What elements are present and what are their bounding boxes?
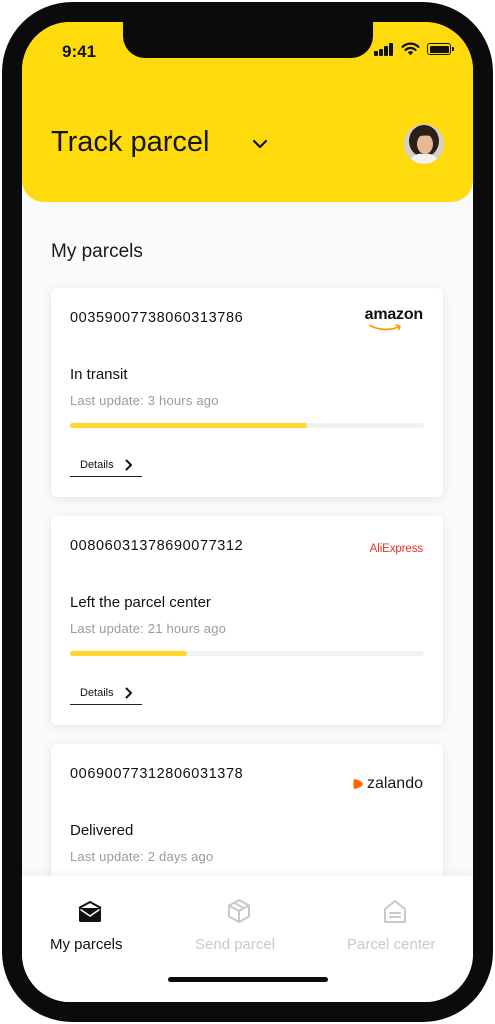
chevron-down-icon[interactable]: [248, 134, 272, 154]
status-icons: [374, 42, 454, 58]
tab-label: My parcels: [50, 936, 123, 953]
app-screen: 9:41 Track parcel My parcels 00359007738…: [22, 22, 473, 1002]
progress-fill: [70, 423, 308, 428]
details-label: Details: [80, 459, 114, 471]
last-update: Last update: 21 hours ago: [70, 621, 227, 636]
package-icon: [228, 899, 250, 923]
chevron-right-icon: [125, 459, 132, 471]
progress-fill: [70, 651, 187, 656]
parcel-status: Delivered: [70, 822, 134, 839]
details-link[interactable]: Details: [70, 685, 142, 705]
cellular-signal-icon: [374, 42, 394, 56]
last-update: Last update: 3 hours ago: [70, 393, 219, 408]
header: 9:41 Track parcel: [22, 22, 473, 202]
wifi-icon: [401, 42, 420, 56]
tab-my-parcels[interactable]: My parcels: [50, 876, 134, 976]
device-notch: [123, 22, 373, 58]
aliexpress-logo: AliExpress: [369, 543, 423, 555]
home-indicator: [168, 977, 328, 982]
merchant-name: zalando: [366, 775, 423, 792]
battery-icon: [427, 43, 454, 55]
parcel-card[interactable]: 00806031378690077312 AliExpress Left the…: [51, 516, 443, 725]
progress-bar: [70, 651, 424, 656]
tab-label: Send parcel: [195, 936, 276, 953]
section-title: My parcels: [51, 241, 143, 262]
tracking-number: 00359007738060313786: [70, 310, 244, 326]
details-label: Details: [80, 687, 114, 699]
zalando-mark-icon: [353, 779, 363, 789]
parcel-status: In transit: [70, 366, 128, 383]
envelope-box-icon: [78, 901, 102, 922]
zalando-logo: zalando: [352, 770, 423, 798]
page-title: Track parcel: [51, 126, 210, 158]
tab-bar: My parcels Send parcel Parcel center: [22, 876, 473, 1002]
parcel-card[interactable]: 00359007738060313786 amazon In transit L…: [51, 288, 443, 497]
avatar[interactable]: [404, 124, 444, 164]
amazon-smile-icon: [368, 324, 401, 331]
last-update: Last update: 2 days ago: [70, 849, 214, 864]
tracking-number: 00806031378690077312: [70, 538, 244, 554]
avatar-photo: [404, 124, 444, 164]
merchant-name: amazon: [364, 306, 424, 323]
tab-parcel-center[interactable]: Parcel center: [346, 876, 446, 976]
progress-bar: [70, 423, 424, 428]
tracking-number: 00690077312806031378: [70, 766, 244, 782]
details-link[interactable]: Details: [70, 457, 142, 477]
house-icon: [384, 900, 406, 923]
tab-send-parcel[interactable]: Send parcel: [194, 876, 288, 976]
parcel-status: Left the parcel center: [70, 594, 211, 611]
tab-label: Parcel center: [347, 936, 436, 953]
status-time: 9:41: [62, 42, 97, 61]
chevron-right-icon: [125, 687, 132, 699]
amazon-logo: amazon: [365, 306, 423, 334]
